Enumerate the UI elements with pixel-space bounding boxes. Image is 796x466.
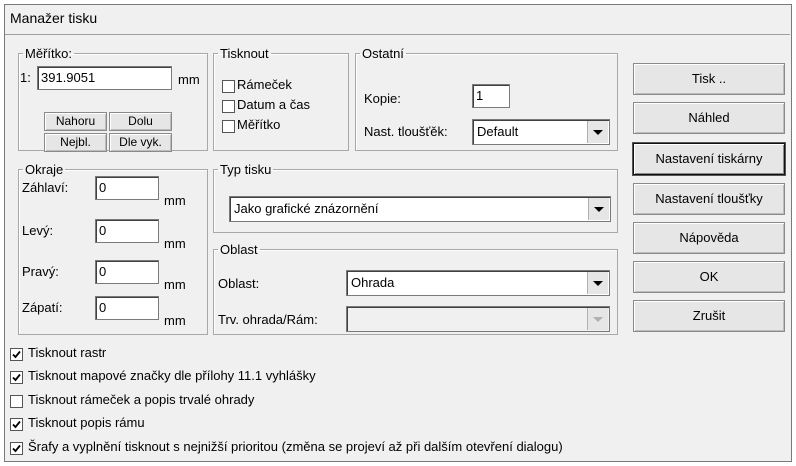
margin-top-label: Záhlaví: (22, 180, 69, 195)
fence-select[interactable] (346, 306, 610, 332)
margin-bottom-label: Zápatí: (22, 300, 63, 315)
scale-print-label: Měřítko (237, 117, 281, 132)
thickness-label: Nast. tloušťěk: (364, 124, 448, 139)
margin-right-input[interactable]: 0 (95, 260, 159, 284)
margin-top-input[interactable]: 0 (95, 176, 159, 200)
chevron-down-icon[interactable] (587, 272, 608, 294)
copies-input[interactable]: 1 (472, 84, 510, 108)
print-map-symbols-label: Tisknout mapové značky dle přílohy 11.1 … (28, 368, 316, 383)
print-fence-frame-label: Tisknout rámeček a popis trvalé ohrady (28, 392, 255, 407)
chevron-down-icon[interactable] (587, 121, 608, 143)
thickness-select-value: Default (477, 124, 519, 139)
scale-up-button[interactable]: Nahoru (44, 112, 107, 131)
checkmark-icon (12, 420, 21, 429)
margin-bottom-unit: mm (164, 313, 186, 328)
preview-button[interactable]: Náhled (633, 102, 785, 134)
cancel-button[interactable]: Zrušit (633, 300, 785, 332)
margin-bottom-input[interactable]: 0 (95, 296, 159, 320)
window-title: Manažer tisku (10, 10, 98, 26)
hatch-low-priority-label: Šrafy a vyplnění tisknout s nejnižší pri… (28, 439, 563, 454)
scale-by-drawing-button[interactable]: Dle vyk. (109, 133, 172, 152)
scale-nearest-button[interactable]: Nejbl. (44, 133, 107, 152)
chevron-down-icon (587, 308, 608, 330)
margin-left-input[interactable]: 0 (95, 219, 159, 243)
print-frame-caption-label: Tisknout popis rámu (28, 415, 145, 430)
print-frame-caption-checkbox[interactable] (10, 418, 23, 431)
printer-settings-button[interactable]: Nastavení tiskárny (633, 143, 785, 175)
chevron-down-icon[interactable] (588, 198, 609, 220)
thickness-select[interactable]: Default (472, 119, 610, 145)
scale-group-legend: Měřítko: (25, 46, 72, 61)
print-raster-checkbox[interactable] (10, 348, 23, 361)
margin-left-unit: mm (164, 236, 186, 251)
scale-input[interactable]: 391.9051 (37, 66, 172, 90)
title-divider (5, 34, 790, 35)
scale-print-checkbox[interactable] (222, 120, 235, 133)
scale-down-button[interactable]: Dolu (109, 112, 172, 131)
hatch-low-priority-checkbox[interactable] (10, 442, 23, 455)
print-type-select[interactable]: Jako grafické znázornění (229, 196, 611, 222)
margins-group-legend: Okraje (25, 162, 64, 177)
area-select[interactable]: Ohrada (346, 270, 610, 296)
margin-left-label: Levý: (22, 223, 54, 238)
help-button[interactable]: Nápověda (633, 222, 785, 254)
print-type-legend: Typ tisku (220, 162, 272, 177)
other-group-legend: Ostatní (362, 46, 404, 61)
print-button[interactable]: Tisk .. (633, 63, 785, 95)
frame-label: Rámeček (237, 77, 292, 92)
checkmark-icon (12, 350, 21, 359)
print-map-symbols-checkbox[interactable] (10, 371, 23, 384)
frame-checkbox[interactable] (222, 80, 235, 93)
area-label: Oblast: (218, 276, 260, 291)
margin-top-unit: mm (164, 193, 186, 208)
scale-unit: mm (178, 72, 200, 87)
area-group-legend: Oblast (220, 242, 258, 257)
scale-prefix: 1: (20, 70, 31, 85)
checkmark-icon (12, 444, 21, 453)
fence-label: Trv. ohrada/Rám: (218, 312, 318, 327)
thickness-settings-button[interactable]: Nastavení tloušťky (633, 183, 785, 215)
date-time-label: Datum a čas (237, 97, 310, 112)
print-fence-frame-checkbox[interactable] (10, 395, 23, 408)
print-raster-label: Tisknout rastr (28, 345, 107, 360)
checkmark-icon (12, 373, 21, 382)
margin-right-unit: mm (164, 277, 186, 292)
print-options-legend: Tisknout (220, 46, 269, 61)
ok-button[interactable]: OK (633, 261, 785, 293)
print-type-select-value: Jako grafické znázornění (234, 201, 379, 216)
copies-label: Kopie: (364, 91, 401, 106)
date-time-checkbox[interactable] (222, 100, 235, 113)
area-select-value: Ohrada (351, 275, 395, 290)
margin-right-label: Pravý: (22, 264, 59, 279)
